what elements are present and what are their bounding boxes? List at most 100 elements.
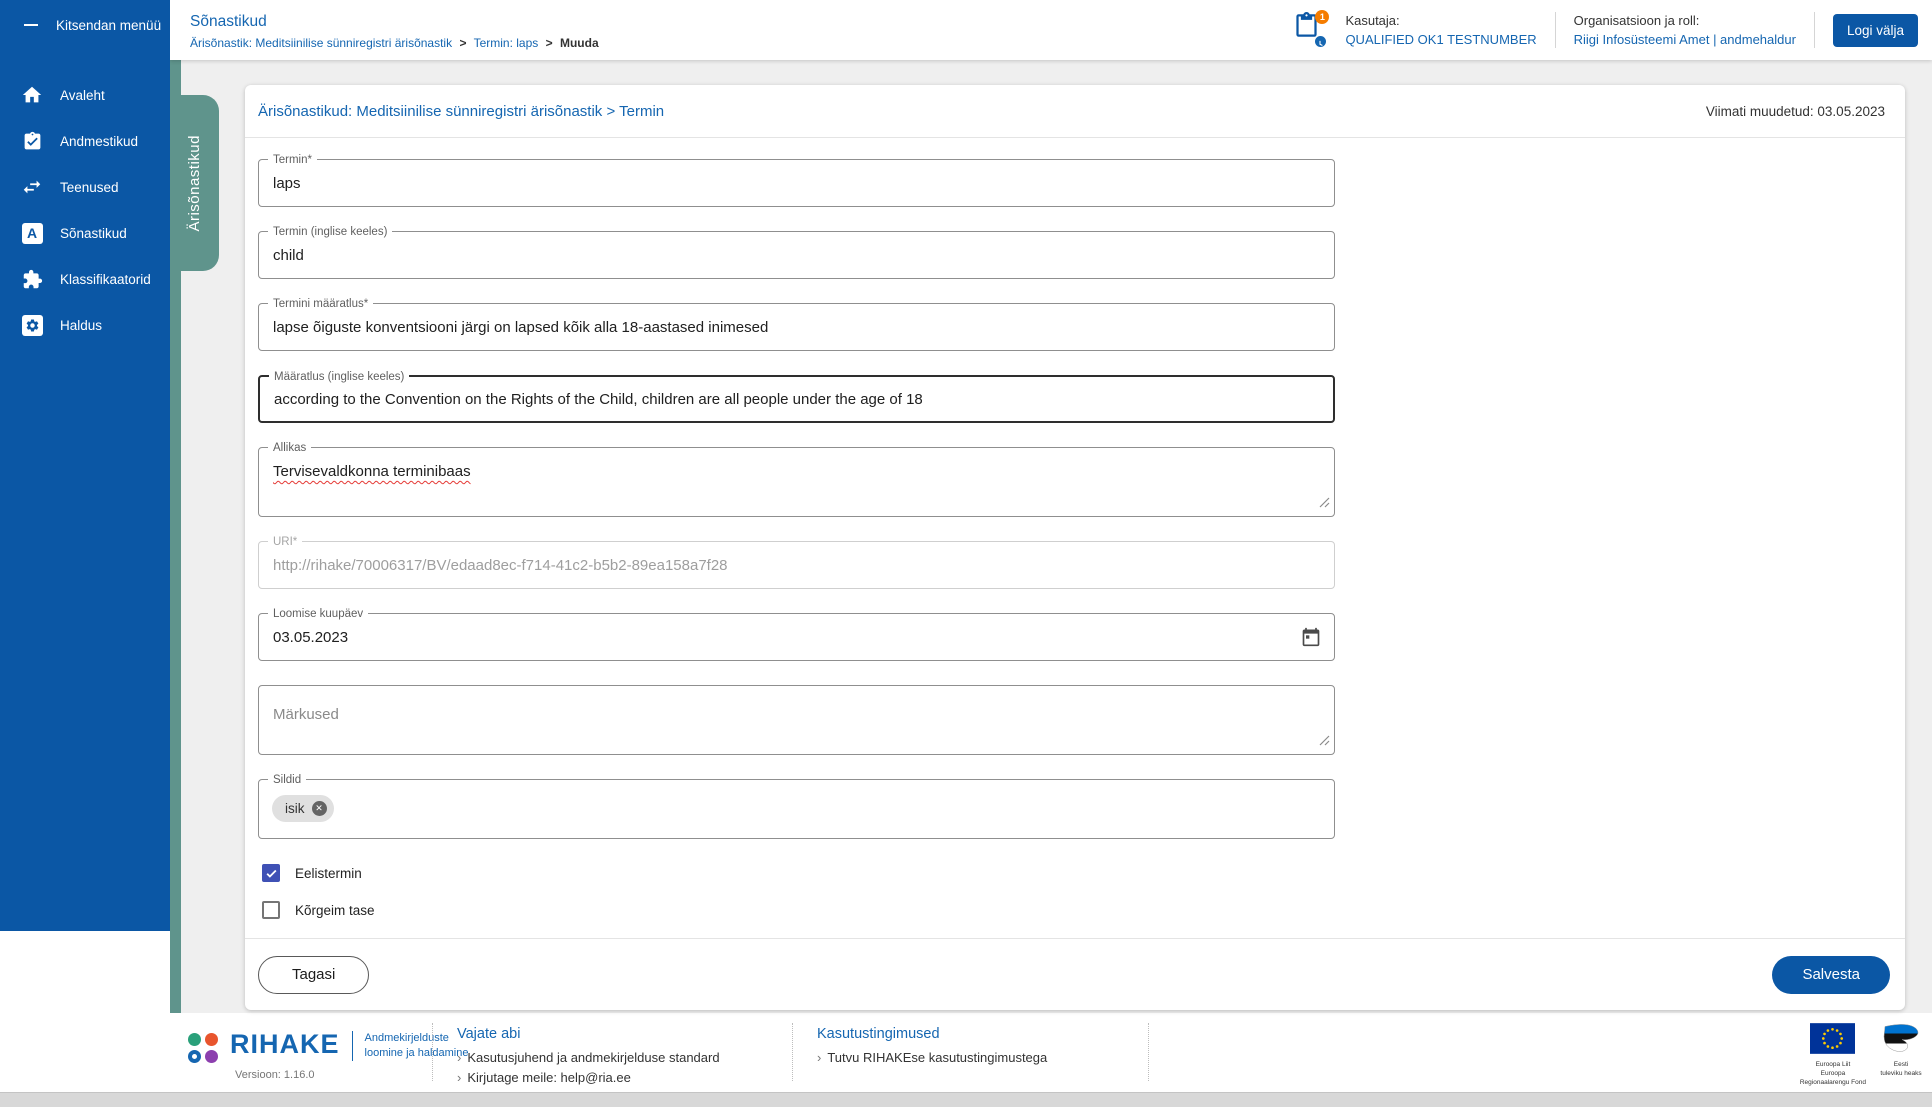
breadcrumb-separator: > bbox=[545, 35, 553, 50]
field-termin-value: laps bbox=[273, 174, 301, 192]
field-uri-label: URI* bbox=[268, 535, 303, 549]
field-termin-en[interactable]: Termin (inglise keeles) child bbox=[258, 225, 1335, 279]
terms-link[interactable]: › Tutvu RIHAKEse kasutustingimustega bbox=[817, 1050, 1047, 1065]
resize-handle-icon[interactable] bbox=[1319, 495, 1330, 513]
sidebar-item-label: Klassifikaatorid bbox=[60, 271, 151, 287]
sidebar-item-teenused[interactable]: Teenused bbox=[0, 164, 170, 210]
help-link-email[interactable]: › Kirjutage meile: help@ria.ee bbox=[457, 1070, 720, 1085]
gear-icon bbox=[20, 313, 44, 337]
page-title: Sõnastikud bbox=[190, 12, 267, 30]
save-button[interactable]: Salvesta bbox=[1772, 955, 1890, 994]
breadcrumb-current: Muuda bbox=[559, 35, 599, 50]
user-name-link[interactable]: QUALIFIED OK1 TESTNUMBER bbox=[1345, 30, 1536, 50]
checkbox-row-eelistermin[interactable]: Eelistermin bbox=[262, 863, 1905, 883]
chevron-right-icon: › bbox=[457, 1070, 462, 1085]
clock-icon bbox=[1314, 35, 1328, 48]
footer-divider bbox=[1148, 1023, 1149, 1081]
rihake-brand: RIHAKE Andmekirjelduste loomine ja halda… bbox=[188, 1025, 468, 1063]
terms-heading[interactable]: Kasutustingimused bbox=[817, 1026, 1047, 1042]
field-uri-value: http://rihake/70006317/BV/edaad8ec-f714-… bbox=[273, 556, 728, 574]
footer-terms-column: Kasutustingimused › Tutvu RIHAKEse kasutu… bbox=[817, 1026, 1047, 1070]
clipboard-check-icon bbox=[20, 129, 44, 153]
sidebar-item-label: Sõnastikud bbox=[60, 225, 127, 241]
brand-tagline: Andmekirjelduste loomine ja haldamine bbox=[364, 1032, 469, 1060]
help-heading[interactable]: Vajate abi bbox=[457, 1026, 720, 1042]
top-header: Sõnastikud Ärisõnastik: Meditsiinilise s… bbox=[170, 0, 1932, 60]
tab-arisonastikud[interactable]: Ärisõnastikud bbox=[170, 95, 219, 271]
sidebar-item-klassifikaatorid[interactable]: Klassifikaatorid bbox=[0, 256, 170, 302]
checkbox-checked-icon[interactable] bbox=[262, 864, 280, 882]
header-divider bbox=[1554, 12, 1556, 48]
tag-chip: isik ✕ bbox=[272, 795, 334, 822]
field-definition-en-label: Määratlus (inglise keeles) bbox=[269, 370, 410, 384]
notifications-button[interactable]: 1 bbox=[1293, 10, 1330, 48]
collapse-menu-button[interactable]: Kitsendan menüü bbox=[0, 0, 170, 50]
field-tags-label: Sildid bbox=[268, 773, 307, 787]
eu-flag-logo: Euroopa Liit Euroopa Regionaalarengu Fon… bbox=[1800, 1023, 1866, 1087]
field-source-label: Allikas bbox=[268, 441, 312, 455]
swap-arrows-icon bbox=[20, 175, 44, 199]
puzzle-icon bbox=[20, 267, 44, 291]
field-uri: URI* http://rihake/70006317/BV/edaad8ec-… bbox=[258, 535, 1335, 589]
logout-button[interactable]: Logi välja bbox=[1832, 13, 1918, 47]
home-icon bbox=[20, 83, 44, 107]
checkbox-row-korgeim-tase[interactable]: Kõrgeim tase bbox=[262, 900, 1905, 920]
sidebar-item-label: Avaleht bbox=[60, 87, 105, 103]
organisation-label: Organisatsioon ja roll: bbox=[1573, 12, 1700, 28]
version-label: Versioon: 1.16.0 bbox=[235, 1069, 315, 1081]
chip-remove-icon[interactable]: ✕ bbox=[311, 801, 327, 816]
field-termin-en-value: child bbox=[273, 246, 304, 264]
card-title: Ärisõnastikud: Meditsiinilise sünniregis… bbox=[258, 102, 665, 120]
field-definition-label: Termini määratlus* bbox=[268, 297, 374, 311]
field-definition[interactable]: Termini määratlus* lapse õiguste konvent… bbox=[258, 297, 1335, 351]
help-link-manual[interactable]: › Kasutusjuhend ja andmekirjelduse standa… bbox=[457, 1050, 720, 1065]
field-created-date[interactable]: Loomise kuupäev 03.05.2023 bbox=[258, 607, 1335, 661]
notification-badge: 1 bbox=[1315, 10, 1330, 24]
organisation-role-link[interactable]: Riigi Infosüsteemi Amet | andmehaldur bbox=[1574, 30, 1796, 50]
checkbox-label: Eelistermin bbox=[295, 865, 362, 881]
sidebar-item-haldus[interactable]: Haldus bbox=[0, 302, 170, 348]
back-button[interactable]: Tagasi bbox=[258, 955, 370, 994]
tag-chip-label: isik bbox=[285, 801, 305, 816]
letter-a-icon: A bbox=[20, 221, 44, 245]
sidebar-item-avaleht[interactable]: Avaleht bbox=[0, 72, 170, 118]
field-termin[interactable]: Termin* laps bbox=[258, 153, 1335, 207]
field-notes[interactable]: Märkused bbox=[258, 685, 1335, 755]
last-modified: Viimati muudetud: 03.05.2023 bbox=[1705, 103, 1885, 119]
sidebar-item-label: Andmestikud bbox=[60, 133, 139, 149]
field-source[interactable]: Allikas Tervisevaldkonna terminibaas bbox=[258, 441, 1335, 517]
sidebar-item-label: Haldus bbox=[60, 317, 103, 333]
rihake-logo-icon bbox=[188, 1033, 218, 1063]
chevron-right-icon: › bbox=[817, 1050, 822, 1065]
tab-arisonastikud-label: Ärisõnastikud bbox=[186, 134, 203, 232]
sidebar-item-sonastikud[interactable]: A Sõnastikud bbox=[0, 210, 170, 256]
brand-divider bbox=[351, 1031, 353, 1061]
header-divider bbox=[1813, 12, 1815, 48]
field-source-value: Tervisevaldkonna terminibaas bbox=[273, 463, 471, 480]
footer-help-column: Vajate abi › Kasutusjuhend ja andmekirjel… bbox=[457, 1026, 720, 1090]
collapse-menu-label: Kitsendan menüü bbox=[56, 17, 162, 33]
field-notes-placeholder: Märkused bbox=[273, 706, 339, 723]
brand-name: RIHAKE bbox=[230, 1029, 340, 1059]
calendar-icon[interactable] bbox=[1301, 627, 1321, 652]
resize-handle-icon[interactable] bbox=[1319, 733, 1330, 751]
chevron-right-icon: › bbox=[457, 1050, 462, 1065]
sidebar-item-andmestikud[interactable]: Andmestikud bbox=[0, 118, 170, 164]
page-footer: RIHAKE Andmekirjelduste loomine ja halda… bbox=[0, 1013, 1932, 1092]
breadcrumb-separator: > bbox=[459, 35, 467, 50]
field-tags[interactable]: Sildid isik ✕ bbox=[258, 773, 1335, 839]
breadcrumb-link-term[interactable]: Termin: laps bbox=[474, 36, 539, 50]
minus-icon bbox=[24, 24, 38, 26]
user-label: Kasutaja: bbox=[1345, 12, 1400, 28]
field-termin-label: Termin* bbox=[268, 153, 317, 167]
estonia-logo: Eesti tuleviku heaks bbox=[1880, 1023, 1922, 1079]
breadcrumb-link-glossary[interactable]: Ärisõnastik: Meditsiinilise sünniregistr… bbox=[190, 36, 452, 50]
footer-divider bbox=[432, 1023, 433, 1081]
breadcrumb: Ärisõnastik: Meditsiinilise sünniregistr… bbox=[190, 36, 599, 50]
field-definition-en[interactable]: Määratlus (inglise keeles) according to … bbox=[258, 370, 1335, 423]
user-block: Kasutaja: QUALIFIED OK1 TESTNUMBER bbox=[1345, 11, 1536, 50]
field-definition-en-value: according to the Convention on the Right… bbox=[274, 390, 923, 408]
checkbox-unchecked-icon[interactable] bbox=[262, 901, 280, 919]
field-termin-en-label: Termin (inglise keeles) bbox=[268, 225, 393, 239]
sidebar-item-label: Teenused bbox=[60, 179, 119, 195]
